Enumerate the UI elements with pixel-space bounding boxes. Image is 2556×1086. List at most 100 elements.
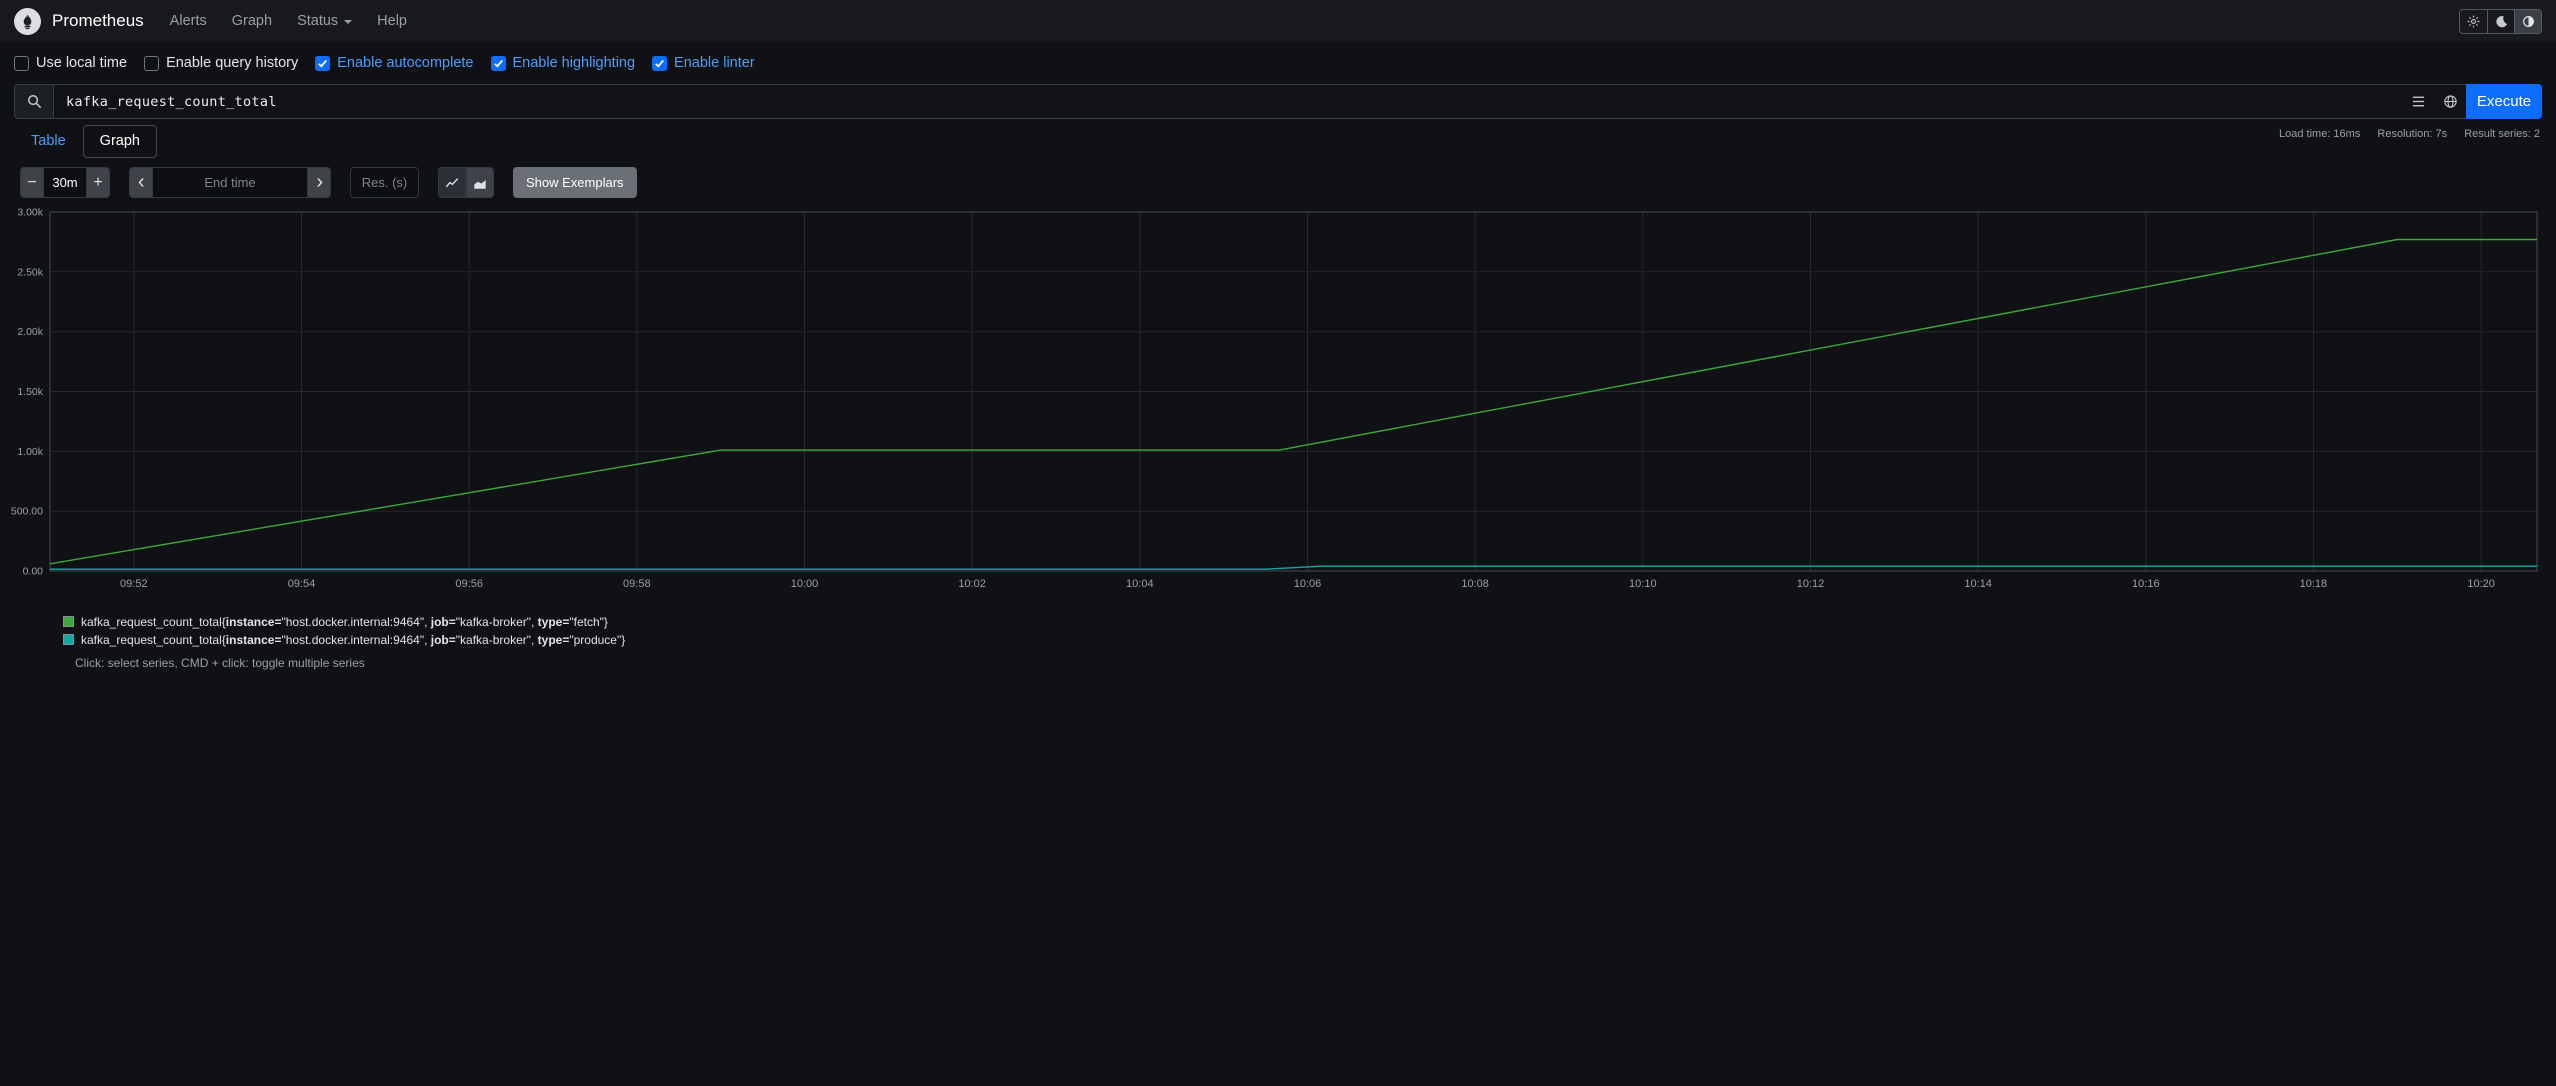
graph-legend: kafka_request_count_total{instance="host… bbox=[63, 614, 2556, 648]
svg-text:09:56: 09:56 bbox=[455, 578, 483, 590]
time-back-button[interactable] bbox=[129, 167, 153, 198]
resolution-input[interactable] bbox=[350, 167, 419, 198]
nav-item-graph[interactable]: Graph bbox=[232, 13, 272, 29]
nav-item-help[interactable]: Help bbox=[377, 13, 407, 29]
nav-item-status[interactable]: Status bbox=[297, 13, 353, 29]
light-theme-button[interactable] bbox=[2460, 10, 2487, 33]
time-series-graph[interactable]: 09:52 09:54 09:56 09:58 10:00 10:02 10:04 10:06… bbox=[0, 206, 2556, 592]
tab-graph[interactable]: Graph bbox=[82, 125, 157, 158]
svg-text:10:04: 10:04 bbox=[1126, 578, 1154, 590]
svg-text:10:08: 10:08 bbox=[1461, 578, 1489, 590]
legend-hint: Click: select series, CMD + click: toggl… bbox=[75, 656, 365, 670]
checkbox-checked-icon[interactable] bbox=[490, 55, 506, 71]
tabs-row: Table Graph Load time: 16ms Resolution: 7… bbox=[14, 125, 2542, 158]
auto-theme-button[interactable] bbox=[2514, 9, 2541, 33]
checkbox-checked-icon[interactable] bbox=[315, 55, 331, 71]
svg-text:500.00: 500.00 bbox=[11, 506, 43, 518]
option-enable-linter[interactable]: Enable linter bbox=[652, 55, 755, 71]
nav-item-alerts[interactable]: Alerts bbox=[170, 13, 207, 29]
svg-text:10:06: 10:06 bbox=[1294, 578, 1322, 590]
svg-text:2.50k: 2.50k bbox=[17, 266, 43, 278]
option-enable-highlighting[interactable]: Enable highlighting bbox=[490, 55, 636, 71]
tab-table[interactable]: Table bbox=[14, 125, 83, 158]
execute-button[interactable]: Execute bbox=[2466, 84, 2542, 119]
dark-theme-button[interactable] bbox=[2487, 9, 2514, 33]
checkbox-checked-icon[interactable] bbox=[652, 55, 668, 71]
svg-text:10:00: 10:00 bbox=[791, 578, 819, 590]
range-decrease-button[interactable]: − bbox=[20, 167, 44, 198]
resolution-text: Resolution: 7s bbox=[2377, 128, 2448, 140]
svg-text:10:16: 10:16 bbox=[2132, 578, 2160, 590]
brand-title[interactable]: Prometheus bbox=[52, 11, 144, 31]
option-enable-query-history[interactable]: Enable query history bbox=[144, 55, 298, 71]
checkbox-unchecked-icon[interactable] bbox=[14, 55, 29, 71]
legend-item[interactable]: kafka_request_count_total{instance="host… bbox=[63, 614, 2556, 631]
range-control-group: − + bbox=[20, 167, 110, 198]
svg-text:10:18: 10:18 bbox=[2300, 578, 2328, 590]
svg-text:10:02: 10:02 bbox=[958, 578, 986, 590]
expression-input[interactable] bbox=[54, 85, 2402, 118]
legend-series-label: kafka_request_count_total{instance="host… bbox=[81, 615, 608, 629]
svg-text:1.00k: 1.00k bbox=[17, 446, 43, 458]
svg-text:0.00: 0.00 bbox=[23, 566, 44, 578]
format-expression-button[interactable] bbox=[2434, 85, 2466, 118]
checkbox-unchecked-icon[interactable] bbox=[144, 55, 160, 71]
end-time-control-group bbox=[129, 167, 331, 198]
svg-text:09:52: 09:52 bbox=[120, 578, 148, 590]
nav-item-label: Status bbox=[297, 13, 339, 29]
option-use-local-time[interactable]: Use local time bbox=[14, 55, 127, 71]
expression-input-group bbox=[14, 84, 2466, 119]
list-icon bbox=[2411, 94, 2426, 109]
option-label: Enable highlighting bbox=[512, 55, 636, 71]
svg-text:09:58: 09:58 bbox=[623, 578, 651, 590]
svg-text:2.00k: 2.00k bbox=[17, 326, 43, 338]
stacked-chart-icon bbox=[473, 176, 487, 190]
option-label: Enable query history bbox=[166, 55, 299, 71]
globe-icon bbox=[2443, 94, 2458, 109]
range-increase-button[interactable]: + bbox=[86, 167, 110, 198]
search-icon bbox=[15, 85, 54, 118]
nav-item-label: Help bbox=[377, 13, 407, 29]
option-label: Enable autocomplete bbox=[337, 55, 474, 71]
svg-text:1.50k: 1.50k bbox=[17, 386, 43, 398]
legend-series-label: kafka_request_count_total{instance="host… bbox=[81, 632, 626, 647]
chevron-left-icon bbox=[135, 176, 148, 189]
theme-toggle-group bbox=[2459, 8, 2542, 34]
graph-controls: − + Show Exemplars bbox=[20, 167, 2542, 198]
query-bar: Execute bbox=[14, 84, 2542, 119]
sun-icon bbox=[2467, 15, 2480, 28]
graph-type-toggle-group bbox=[438, 167, 494, 198]
options-row: Use local time Enable query history Enable… bbox=[0, 42, 2556, 84]
option-label: Enable linter bbox=[674, 55, 755, 71]
chevron-right-icon bbox=[313, 176, 326, 189]
option-label: Use local time bbox=[36, 55, 128, 71]
flame-icon bbox=[19, 13, 36, 30]
query-stats: Load time: 16ms Resolution: 7s Result se… bbox=[2265, 128, 2540, 140]
load-time-text: Load time: 16ms bbox=[2279, 128, 2361, 140]
nav-item-label: Graph bbox=[231, 13, 273, 29]
legend-swatch bbox=[63, 633, 74, 645]
metrics-explorer-button[interactable] bbox=[2402, 85, 2434, 118]
navbar: Prometheus Alerts Graph Status Help bbox=[0, 0, 2556, 42]
prometheus-logo[interactable] bbox=[14, 7, 41, 35]
line-chart-icon bbox=[445, 176, 459, 190]
svg-text:10:14: 10:14 bbox=[1964, 578, 1992, 590]
svg-text:09:54: 09:54 bbox=[288, 578, 316, 590]
moon-icon bbox=[2495, 15, 2508, 28]
time-forward-button[interactable] bbox=[307, 167, 331, 198]
option-enable-autocomplete[interactable]: Enable autocomplete bbox=[315, 55, 474, 71]
chevron-down-icon bbox=[344, 20, 353, 24]
stacked-graph-toggle[interactable] bbox=[466, 167, 494, 198]
svg-text:10:20: 10:20 bbox=[2467, 578, 2495, 590]
legend-item[interactable]: kafka_request_count_total{instance="host… bbox=[63, 632, 2556, 649]
nav-item-label: Alerts bbox=[169, 13, 207, 29]
line-graph-toggle[interactable] bbox=[438, 167, 466, 198]
result-series-text: Result series: 2 bbox=[2464, 128, 2540, 140]
legend-swatch bbox=[63, 616, 74, 627]
view-tabs: Table Graph bbox=[14, 125, 2542, 158]
range-input[interactable] bbox=[44, 167, 86, 198]
nav-menu: Alerts Graph Status Help bbox=[170, 13, 432, 29]
show-exemplars-button[interactable]: Show Exemplars bbox=[513, 167, 637, 198]
svg-text:10:10: 10:10 bbox=[1629, 578, 1657, 590]
end-time-input[interactable] bbox=[153, 167, 307, 198]
